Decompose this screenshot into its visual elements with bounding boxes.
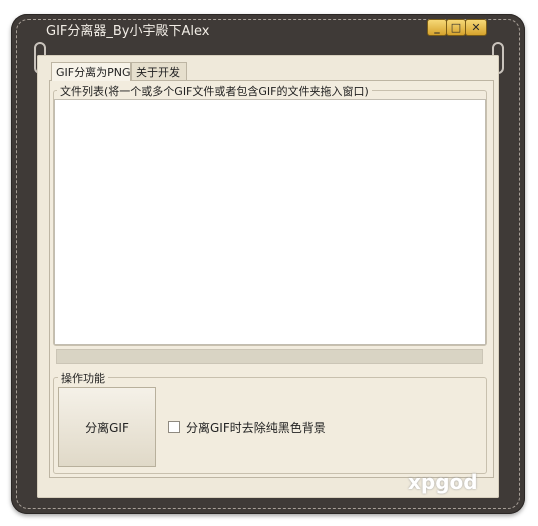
split-gif-button[interactable]: 分离GIF [58, 387, 156, 467]
window-title: GIF分离器_By小宇殿下Alex [46, 24, 210, 39]
tab-about[interactable]: 关于开发 [131, 62, 187, 80]
operations-group-title: 操作功能 [58, 370, 108, 386]
remove-black-bg-label: 分离GIF时去除纯黑色背景 [186, 421, 326, 435]
file-list-group-title: 文件列表(将一个或多个GIF文件或者包含GIF的文件夹拖入窗口) [57, 83, 372, 99]
minimize-button[interactable]: _ [427, 19, 447, 36]
file-list-box[interactable] [54, 99, 486, 345]
progress-bar [56, 349, 483, 364]
tab-gif-to-png[interactable]: GIF分离为PNG [51, 62, 131, 81]
watermark-logo: xpgod [408, 470, 478, 494]
close-button[interactable]: ✕ [465, 19, 487, 36]
maximize-button[interactable]: □ [446, 19, 466, 36]
remove-black-bg-checkbox[interactable] [168, 421, 180, 433]
